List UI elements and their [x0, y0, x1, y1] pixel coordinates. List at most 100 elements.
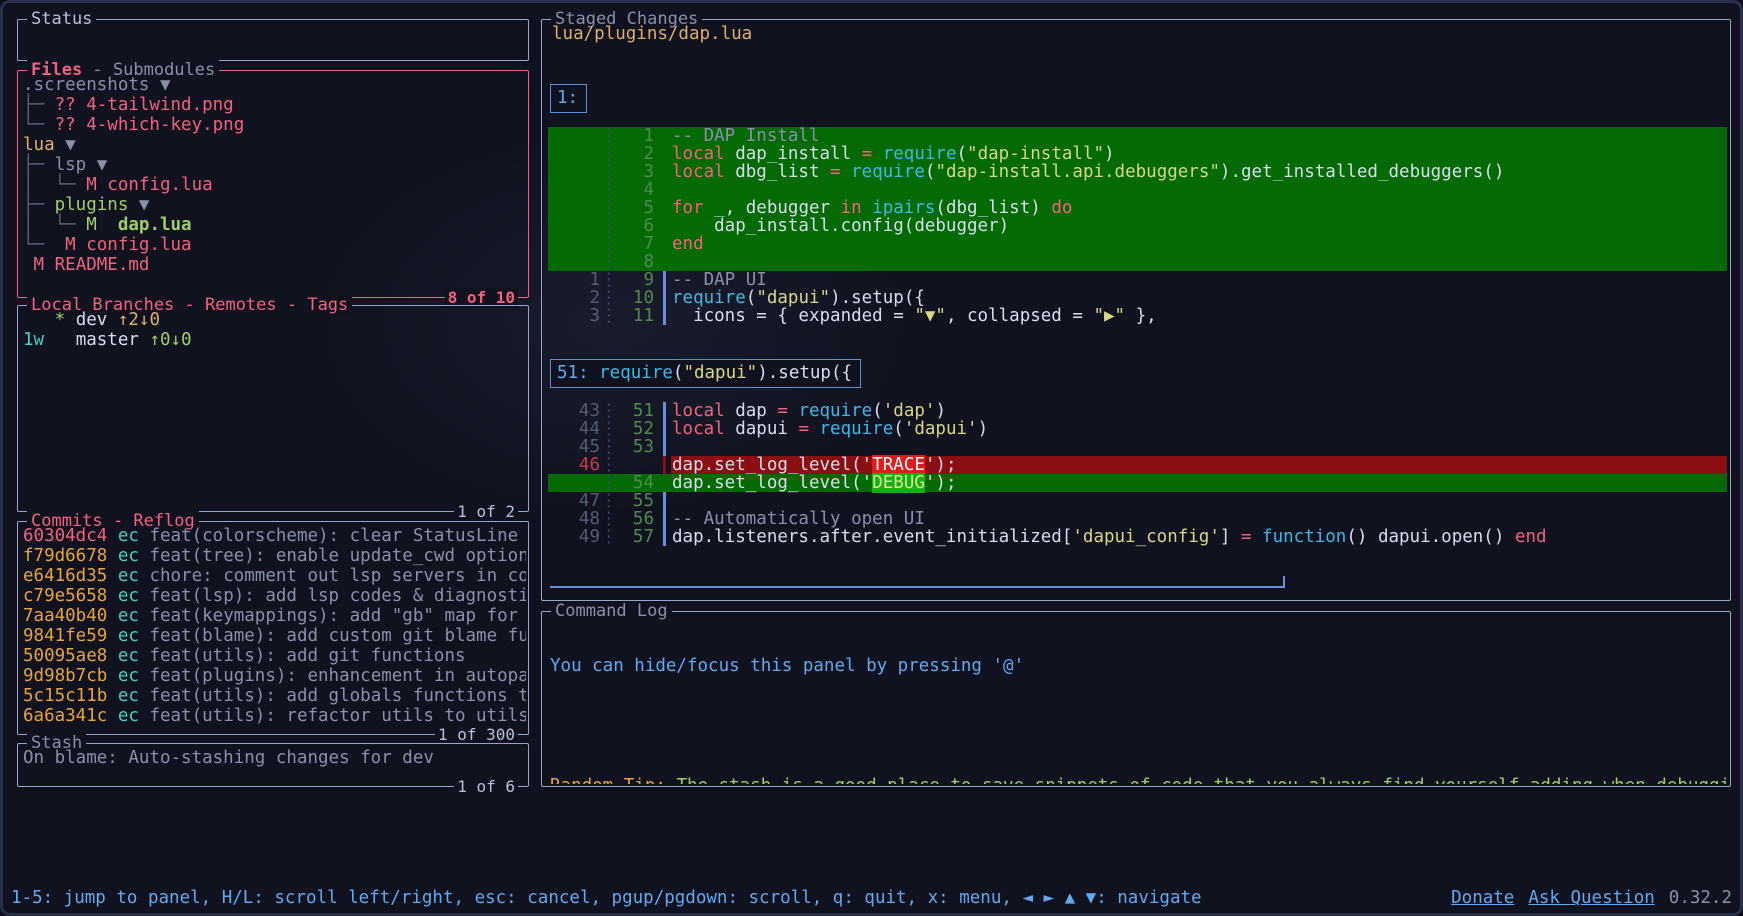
- commit-list-item[interactable]: 9841fe59 ec feat(blame): add custom git …: [23, 626, 526, 646]
- file-list-item[interactable]: └─ M config.lua: [23, 235, 526, 255]
- commit-list-item[interactable]: 60304dc4 ec feat(colorscheme): clear Sta…: [23, 526, 526, 546]
- diff-old-line-number: 3: [589, 306, 600, 326]
- file-list-item[interactable]: M README.md: [23, 255, 526, 275]
- status-panel[interactable]: Status ↑2↓0 nvim → dev: [17, 9, 529, 61]
- commit-list-item[interactable]: 7aa40b40 ec feat(keymappings): add "gb" …: [23, 606, 526, 626]
- diff-old-line-number: 1: [589, 270, 600, 290]
- branches-panel[interactable]: Local Branches - Remotes - Tags 1 of 2 *…: [17, 295, 529, 522]
- diff-line[interactable]: 1 ⋮ 9 -- DAP UI: [548, 271, 1727, 289]
- file-list-item[interactable]: │ └─ M dap.lua: [23, 215, 526, 235]
- diff-line[interactable]: 3 ⋮ 11 icons = { expanded = "▼", collapsed…: [548, 307, 1727, 325]
- file-status-icon: M: [86, 215, 108, 235]
- files-panel[interactable]: Files - Submodules 8 of 10 .screenshots …: [17, 60, 529, 308]
- stash-list[interactable]: On blame: Auto-stashing changes for dev: [23, 748, 526, 784]
- commit-author: ec: [117, 526, 150, 546]
- commit-list-item[interactable]: 50095ae8 ec feat(utils): add git functio…: [23, 646, 526, 666]
- diff-line[interactable]: 45 ⋮ 53: [548, 438, 1727, 456]
- current-branch-marker-icon: *: [44, 310, 76, 330]
- diff-new-line-number: 11: [632, 306, 654, 326]
- diff-line[interactable]: ⋮ 3 local dbg_list = require("dap-install.…: [548, 163, 1727, 181]
- commit-hash: f79d6678: [23, 546, 118, 566]
- diff-gutter-bar: [663, 474, 666, 492]
- commit-list-item[interactable]: 6a6a341c ec feat(utils): refactor utils …: [23, 706, 526, 726]
- file-list-item[interactable]: ├─ ?? 4-tailwind.png: [23, 95, 526, 115]
- diff-gutter-bar: [663, 420, 666, 438]
- branch-age: 1w: [23, 330, 45, 350]
- current-branch-marker-icon: [44, 330, 76, 350]
- gutter-separator: ⋮: [600, 306, 618, 326]
- commit-list-item[interactable]: f79d6678 ec feat(tree): enable update_cw…: [23, 546, 526, 566]
- branch-list-item[interactable]: 1w master ↑0↓0: [23, 330, 526, 350]
- hunk-header[interactable]: 51: require("dapui").setup({: [550, 359, 862, 388]
- commit-author: ec: [117, 706, 150, 726]
- commit-hash: 7aa40b40: [23, 606, 118, 626]
- command-log-panel[interactable]: Command Log You can hide/focus this pane…: [541, 601, 1731, 787]
- file-list-item[interactable]: │ └─ M config.lua: [23, 175, 526, 195]
- diff-line[interactable]: ⋮ 6 dap_install.config(debugger): [548, 217, 1727, 235]
- tree-branch-icon: └─: [23, 235, 55, 255]
- diff-line[interactable]: 46 ⋮ dap.set_log_level('TRACE');: [548, 455, 1727, 475]
- commit-message: feat(keymappings): add "gb" map for git …: [149, 606, 519, 626]
- donate-link[interactable]: Donate: [1451, 887, 1514, 909]
- file-list-item[interactable]: ├─ lsp ▼: [23, 155, 526, 175]
- diff-line-text: [671, 492, 1727, 510]
- diff-new-line-number: 10: [632, 288, 654, 308]
- diff-line[interactable]: 44 ⋮ 52 local dapui = require('dapui'): [548, 420, 1727, 438]
- diff-line[interactable]: ⋮ 1 -- DAP Install: [548, 127, 1727, 145]
- file-list-item[interactable]: ├─ plugins ▼: [23, 195, 526, 215]
- stash-panel[interactable]: Stash 1 of 6 On blame: Auto-stashing cha…: [17, 733, 529, 797]
- commit-list-item[interactable]: e6416d35 ec chore: comment out lsp serve…: [23, 566, 526, 586]
- diff-old-line-number: 49: [578, 527, 600, 547]
- commits-list[interactable]: 60304dc4 ec feat(colorscheme): clear Sta…: [23, 526, 526, 732]
- diff-old-line-number: 47: [578, 491, 600, 511]
- file-list-item[interactable]: └─ ?? 4-which-key.png: [23, 115, 526, 135]
- file-list-item[interactable]: .screenshots ▼: [23, 75, 526, 95]
- diff-scrollbar[interactable]: [550, 586, 1285, 588]
- diff-line-text: end: [671, 235, 1727, 253]
- diff-line[interactable]: 43 ⋮ 51 local dap = require('dap'): [548, 402, 1727, 420]
- stash-list-item[interactable]: On blame: Auto-stashing changes for dev: [23, 748, 526, 768]
- diff-line[interactable]: ⋮ 5 for _, debugger in ipairs(dbg_list) do: [548, 199, 1727, 217]
- diff-line[interactable]: 47 ⋮ 55: [548, 492, 1727, 510]
- diff-old-line-number: [548, 199, 600, 217]
- file-list-item[interactable]: lua ▼: [23, 135, 526, 155]
- diff-new-line-number: 55: [632, 491, 654, 511]
- diff-gutter-bar: [663, 181, 666, 199]
- status-panel-body: ↑2↓0 nvim → dev: [23, 24, 526, 58]
- branch-list-item[interactable]: * dev ↑2↓0: [23, 310, 526, 330]
- staged-changes-panel[interactable]: Staged Changes lua/plugins/dap.lua 1: ⋮ 1 --…: [541, 9, 1731, 601]
- commit-hash: 9d98b7cb: [23, 666, 118, 686]
- diff-line[interactable]: ⋮ 7 end: [548, 235, 1727, 253]
- diff-line[interactable]: ⋮ 8: [548, 253, 1727, 271]
- diff-line[interactable]: 2 ⋮ 10 require("dapui").setup({: [548, 289, 1727, 307]
- chevron-down-icon: ▼: [128, 195, 150, 215]
- commit-list-item[interactable]: c79e5658 ec feat(lsp): add lsp codes & d…: [23, 586, 526, 606]
- commits-panel[interactable]: Commits - Reflog 1 of 300 60304dc4 ec fe…: [17, 511, 529, 745]
- file-name: lsp: [54, 155, 87, 175]
- command-log-tip-label: Random Tip:: [550, 776, 666, 784]
- diff-scrollbar-handle[interactable]: [1283, 576, 1285, 588]
- diff-view[interactable]: lua/plugins/dap.lua 1: ⋮ 1 -- DAP Install ⋮ 2 l…: [548, 24, 1727, 597]
- gutter-separator: ⋮: [600, 234, 618, 254]
- commit-list-item[interactable]: 5c15c11b ec feat(utils): add globals fun…: [23, 686, 526, 706]
- commit-list-item[interactable]: 9d98b7cb ec feat(plugins): enhancement i…: [23, 666, 526, 686]
- branch-name: dev: [75, 310, 118, 330]
- diff-line[interactable]: 48 ⋮ 56 -- Automatically open UI: [548, 510, 1727, 528]
- diff-line[interactable]: ⋮ 4: [548, 181, 1727, 199]
- diff-line-text: local dap_install = require("dap-install…: [671, 145, 1727, 163]
- hunk-header[interactable]: 1:: [550, 84, 588, 113]
- diff-old-line-number: 2: [589, 288, 600, 308]
- diff-new-line-number: 57: [632, 527, 654, 547]
- branches-list[interactable]: * dev ↑2↓0 1w master ↑0↓0: [23, 310, 526, 509]
- tree-branch-icon: ├─: [23, 95, 55, 115]
- gutter-separator: ⋮: [600, 491, 618, 511]
- diff-line-text: dap_install.config(debugger): [671, 217, 1727, 235]
- diff-line[interactable]: ⋮ 2 local dap_install = require("dap-insta…: [548, 145, 1727, 163]
- diff-new-line-number: 1: [643, 126, 654, 146]
- ask-question-link[interactable]: Ask Question: [1528, 887, 1654, 909]
- diff-line[interactable]: 49 ⋮ 57 dap.listeners.after.event_initializ…: [548, 528, 1727, 546]
- diff-line[interactable]: ⋮ 54 dap.set_log_level('DEBUG');: [548, 473, 1727, 493]
- files-list[interactable]: .screenshots ▼ ├─ ?? 4-tailwind.png └─ ?? …: [23, 75, 526, 295]
- diff-new-line-number: 56: [632, 509, 654, 529]
- command-log-tip-text: The stash is a good place to save snippe…: [666, 776, 1728, 784]
